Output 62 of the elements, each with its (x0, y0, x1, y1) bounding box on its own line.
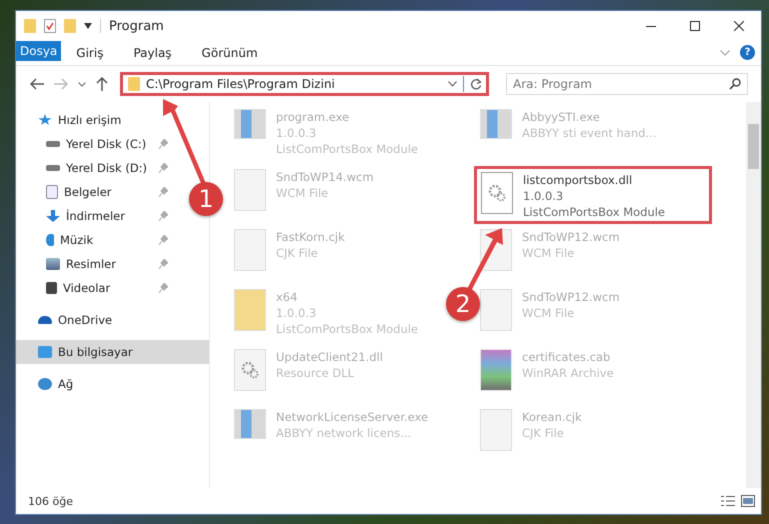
chevron-icon[interactable] (448, 81, 457, 87)
file-item[interactable]: listcomportsbox.dll 1.0.0.3 ListComPortsBox Module (474, 166, 712, 224)
music-icon (46, 234, 54, 246)
blank-file-icon (234, 169, 266, 211)
application-icon (234, 109, 266, 139)
close-icon[interactable] (734, 21, 744, 31)
search-field[interactable]: Ara: Program (506, 73, 748, 95)
address-path: C:\Program Files\Program Dizini (146, 77, 335, 91)
computer-icon (38, 346, 52, 358)
drive-icon (46, 165, 60, 171)
back-icon[interactable] (30, 78, 44, 90)
search-icon[interactable] (729, 78, 741, 90)
drive-icon (46, 141, 60, 147)
window-title: Program (109, 18, 164, 34)
sidebar-item[interactable]: OneDrive (16, 308, 120, 332)
pin-icon[interactable] (159, 187, 168, 197)
application-icon (234, 409, 266, 439)
sidebar-item[interactable]: Hızlı erişim (16, 108, 130, 132)
sidebar-item[interactable]: Resimler (16, 252, 176, 276)
blank-file-icon (480, 289, 512, 331)
pin-icon[interactable] (159, 139, 168, 149)
sidebar-item[interactable]: Yerel Disk (D:) (16, 156, 176, 180)
maximize-icon[interactable] (690, 21, 700, 31)
application-icon (480, 109, 512, 139)
folder-icon (234, 289, 266, 331)
blank-file-icon (480, 409, 512, 451)
scrollbar[interactable] (746, 102, 761, 488)
video-icon (46, 282, 57, 294)
document-icon (46, 185, 58, 199)
sidebar-item[interactable]: Videolar (16, 276, 176, 300)
refresh-icon[interactable] (470, 78, 482, 90)
picture-icon (46, 258, 60, 270)
caret-icon[interactable] (84, 23, 92, 29)
ribbon-tab[interactable]: Görünüm (186, 41, 273, 65)
address-bar[interactable]: C:\Program Files\Program Dizini (120, 72, 489, 96)
sidebar-item[interactable]: Müzik (16, 228, 176, 252)
sidebar-item[interactable]: Belgeler (16, 180, 176, 204)
folder-icon (128, 77, 140, 91)
pin-icon[interactable] (159, 235, 168, 245)
chevron-icon[interactable] (78, 82, 86, 86)
help-button[interactable]: ? (740, 45, 755, 60)
ribbon-tab[interactable]: Paylaş (118, 41, 187, 65)
ribbon-tab[interactable]: Giriş (61, 41, 118, 65)
sidebar-item[interactable]: Ağ (16, 372, 82, 396)
gear-file-icon (481, 172, 513, 214)
archive-icon (480, 349, 512, 391)
pin-icon[interactable] (159, 211, 168, 221)
blank-file-icon (234, 229, 266, 271)
network-icon (38, 378, 52, 390)
up-arrow-icon[interactable] (96, 77, 108, 91)
cloud-icon (38, 316, 52, 324)
properties-icon[interactable] (44, 19, 56, 33)
details-view-icon[interactable] (721, 495, 735, 507)
item-count: 106 öğe (28, 494, 73, 508)
pin-icon[interactable] (159, 283, 168, 293)
pin-icon[interactable] (159, 259, 168, 269)
pin-icon[interactable] (159, 163, 168, 173)
sidebar-item[interactable]: Yerel Disk (C:) (16, 132, 176, 156)
gear-file-icon (234, 349, 266, 391)
large-icons-view-icon[interactable] (741, 495, 755, 507)
sidebar-item[interactable]: İndirmeler (16, 204, 176, 228)
sidebar-item[interactable]: Bu bilgisayar (16, 340, 209, 364)
